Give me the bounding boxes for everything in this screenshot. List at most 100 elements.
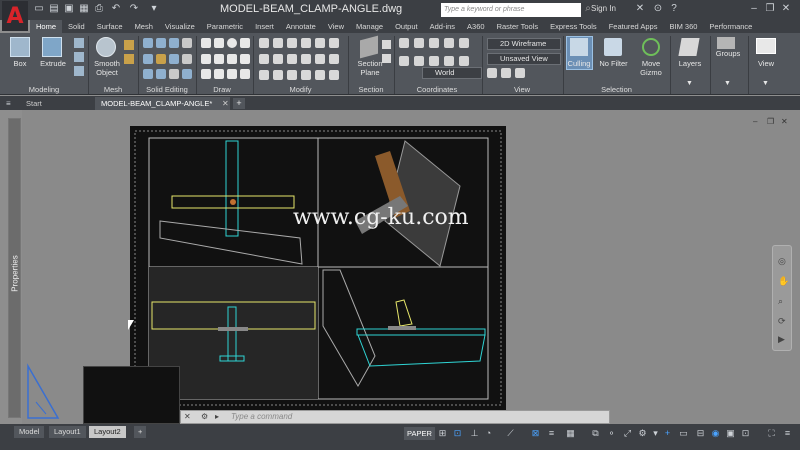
stretch-icon[interactable] <box>259 54 269 64</box>
command-line[interactable]: ✕ ⚙ ▸ Type a command <box>180 410 610 424</box>
ucs-origin-icon[interactable] <box>414 38 424 48</box>
view-dropdown-icon[interactable]: ▼ <box>762 80 769 87</box>
close-icon[interactable]: ✕ <box>780 3 792 15</box>
extract-edges-icon[interactable] <box>156 53 166 64</box>
isolate-objects-icon[interactable]: ◉ <box>710 428 721 439</box>
view-panel-icon[interactable] <box>756 38 776 54</box>
groups-icon[interactable] <box>717 37 735 49</box>
clean-screen-icon[interactable]: ⊡ <box>740 428 751 439</box>
erase-icon[interactable] <box>301 54 311 64</box>
close-tab-icon[interactable]: ✕ <box>222 99 229 108</box>
separate-icon[interactable] <box>182 53 192 64</box>
named-views-icon[interactable] <box>515 68 525 78</box>
ucs-x-icon[interactable] <box>429 38 439 48</box>
workspace-icon[interactable]: ⚙ <box>637 428 648 439</box>
selection-cycling-icon[interactable]: ⧉ <box>590 428 601 439</box>
command-input[interactable]: Type a command <box>231 411 292 423</box>
panel-label-section[interactable]: Section <box>348 84 394 95</box>
groups-dropdown-icon[interactable]: ▼ <box>724 80 731 87</box>
move-gizmo-icon[interactable] <box>642 38 660 56</box>
customization-icon[interactable]: ≡ <box>782 428 793 439</box>
file-tab-menu-icon[interactable]: ≡ <box>6 99 11 108</box>
tab-manage[interactable]: Manage <box>350 20 389 33</box>
check-icon[interactable] <box>182 69 192 80</box>
tab-solid[interactable]: Solid <box>62 20 91 33</box>
minimize-icon[interactable]: – <box>748 3 760 15</box>
arc-icon[interactable] <box>240 38 250 48</box>
move-gizmo-button[interactable]: Move Gizmo <box>636 59 666 77</box>
osnap-icon[interactable]: ⊠ <box>530 428 541 439</box>
fullscreen-icon[interactable]: ⛶ <box>766 428 777 439</box>
3d-scale-icon[interactable] <box>329 70 339 80</box>
3d-move-icon[interactable] <box>259 70 269 80</box>
rotate-icon[interactable] <box>273 38 283 48</box>
save-as-icon[interactable]: ▦ <box>78 3 90 15</box>
hardware-acceleration-icon[interactable]: ▣ <box>725 428 736 439</box>
slice-icon[interactable] <box>182 38 192 48</box>
tab-insert[interactable]: Insert <box>249 20 280 33</box>
exchange-icon[interactable]: ✕ <box>634 3 646 15</box>
panel-label-draw[interactable]: Draw <box>196 84 248 95</box>
panel-label-selection[interactable]: Selection <box>563 84 670 95</box>
angle-plate-side[interactable] <box>322 269 376 388</box>
help-icon[interactable]: ? <box>668 3 680 15</box>
beam-flange-side[interactable] <box>356 328 486 336</box>
tab-view[interactable]: View <box>322 20 350 33</box>
boundary-icon[interactable] <box>240 69 250 80</box>
spline-icon[interactable] <box>227 53 237 64</box>
array-icon[interactable] <box>287 54 297 64</box>
layers-dropdown-icon[interactable]: ▼ <box>686 80 693 87</box>
named-view-dropdown[interactable]: Unsaved View <box>487 53 561 65</box>
ucs-icon[interactable] <box>399 38 409 48</box>
viewport-drawing[interactable] <box>130 126 506 410</box>
offset-edge-icon[interactable] <box>156 69 166 80</box>
bolt-side[interactable] <box>388 326 416 330</box>
a360-icon[interactable]: ⊙ <box>652 3 664 15</box>
panel-label-modeling[interactable]: Modeling <box>0 84 88 95</box>
layout-sheet[interactable] <box>130 126 506 410</box>
hatch-icon[interactable] <box>201 69 211 80</box>
panel-label-coordinates[interactable]: Coordinates <box>394 84 480 95</box>
region-icon[interactable] <box>214 69 224 80</box>
bolt-top[interactable] <box>218 327 248 331</box>
paper-space-toggle[interactable]: PAPER <box>404 427 435 440</box>
polyline-icon[interactable] <box>214 38 224 48</box>
ucs-y-icon[interactable] <box>444 38 454 48</box>
beam-body-side[interactable] <box>357 334 486 367</box>
taper-icon[interactable] <box>169 69 179 80</box>
view-panel-button[interactable]: View <box>750 59 782 68</box>
polar-icon[interactable]: ◔ <box>483 428 494 439</box>
lock-ui-icon[interactable]: ⊟ <box>695 428 706 439</box>
3d-align-icon[interactable] <box>287 70 297 80</box>
ellipse-icon[interactable] <box>240 53 250 64</box>
units-icon[interactable]: + <box>662 428 673 439</box>
solid-tool-icon[interactable] <box>74 38 84 48</box>
tab-featured-apps[interactable]: Featured Apps <box>603 20 664 33</box>
save-icon[interactable]: ▣ <box>63 3 75 15</box>
add-jog-icon[interactable] <box>382 54 391 63</box>
imprint-icon[interactable] <box>143 69 153 80</box>
line-icon[interactable] <box>201 38 211 48</box>
restore-icon[interactable]: ❐ <box>764 3 776 15</box>
new-file-icon[interactable]: ▭ <box>33 3 45 15</box>
tab-express-tools[interactable]: Express Tools <box>544 20 603 33</box>
smooth-object-icon[interactable] <box>96 37 116 57</box>
canvas-close-icon[interactable]: ✕ <box>781 117 788 126</box>
panel-label-mesh[interactable]: Mesh <box>88 84 138 95</box>
panel-label-modify[interactable]: Modify <box>253 84 348 95</box>
sign-in-button[interactable]: Sign In <box>591 4 616 13</box>
add-layout-button[interactable]: + <box>134 426 147 438</box>
snap-icon[interactable]: ⊡ <box>452 428 463 439</box>
shell-icon[interactable] <box>169 53 179 64</box>
circle-icon[interactable] <box>227 38 237 48</box>
transparency-icon[interactable]: ▦ <box>565 428 576 439</box>
lineweight-icon[interactable]: ≡ <box>546 428 557 439</box>
smooth-object-button[interactable]: Smooth Object <box>90 59 124 77</box>
panel-label-view[interactable]: View <box>482 84 562 95</box>
ucs-z-icon[interactable] <box>459 38 469 48</box>
new-tab-button[interactable]: + <box>233 98 245 109</box>
recent-commands-icon[interactable]: ▸ <box>215 411 219 423</box>
tab-annotate[interactable]: Annotate <box>280 20 322 33</box>
undo-icon[interactable]: ↶ <box>110 3 122 15</box>
tab-mesh[interactable]: Mesh <box>129 20 159 33</box>
